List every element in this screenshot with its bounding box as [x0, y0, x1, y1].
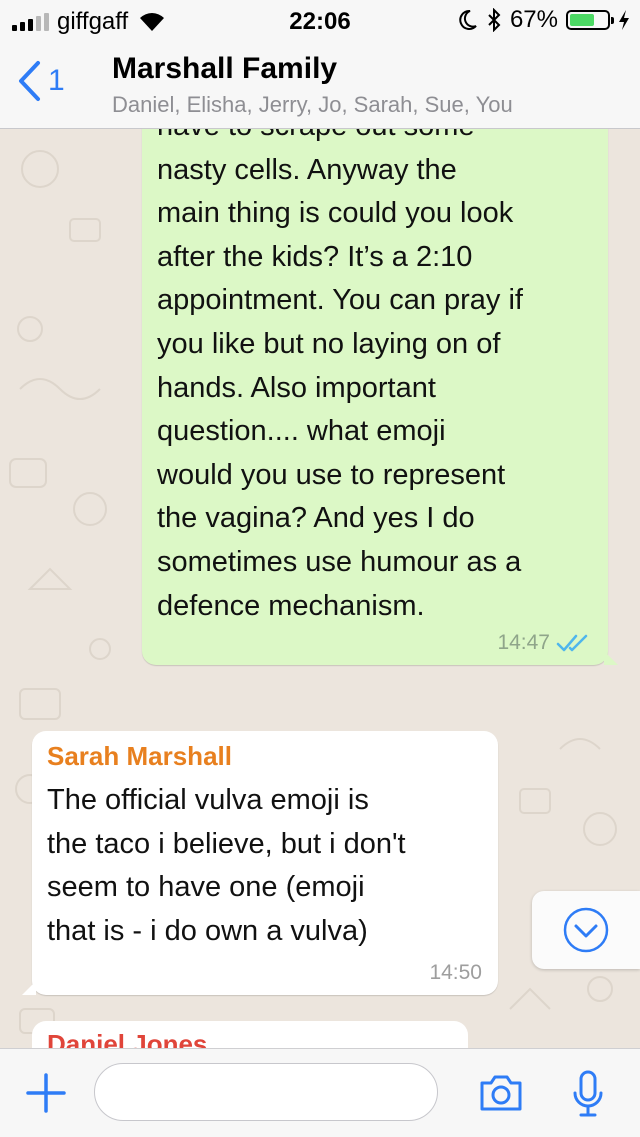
bubble-tail — [604, 651, 618, 665]
battery-percent: 67% — [509, 6, 558, 33]
chat-area[interactable]: have to scrape out some nasty cells. Any… — [0, 129, 640, 1048]
chat-header: 1 Marshall Family Daniel, Elisha, Jerry,… — [0, 40, 640, 129]
bubble-tail — [22, 981, 36, 995]
chevron-left-icon — [19, 61, 40, 101]
chat-title[interactable]: Marshall Family — [112, 52, 337, 86]
message-meta: 14:47 — [497, 631, 592, 655]
message-time: 14:50 — [429, 961, 482, 984]
input-bar — [0, 1048, 640, 1137]
scroll-to-bottom-button[interactable] — [532, 891, 640, 969]
battery-fill — [570, 14, 595, 26]
message-input[interactable] — [94, 1063, 438, 1121]
message-incoming[interactable]: Sarah Marshall The official vulva emoji … — [22, 731, 498, 995]
message-meta: 14:50 — [429, 961, 482, 985]
plus-icon[interactable] — [24, 1071, 68, 1115]
microphone-icon[interactable] — [570, 1069, 606, 1119]
message-sender[interactable]: Sarah Marshall — [47, 741, 232, 772]
chat-participants[interactable]: Daniel, Elisha, Jerry, Jo, Sarah, Sue, Y… — [112, 92, 513, 118]
message-outgoing[interactable]: have to scrape out some nasty cells. Any… — [142, 129, 618, 665]
back-button[interactable]: 1 — [16, 60, 65, 102]
battery-icon — [566, 10, 614, 30]
message-time: 14:47 — [497, 631, 550, 654]
message-sender[interactable]: Daniel Jones — [47, 1029, 207, 1048]
status-right: 67% — [458, 6, 630, 34]
chevron-down-circle-icon — [563, 907, 609, 953]
camera-icon[interactable] — [478, 1073, 524, 1113]
bluetooth-icon — [488, 8, 501, 32]
charging-icon — [619, 10, 629, 30]
status-bar: giffgaff 22:06 67% — [0, 0, 640, 40]
double-check-icon — [556, 634, 588, 652]
message-text: have to scrape out some nasty cells. Any… — [157, 129, 523, 622]
moon-icon — [459, 9, 477, 30]
unread-count: 1 — [48, 64, 65, 97]
message-text: The official vulva emoji is the taco i b… — [47, 784, 406, 947]
message-incoming[interactable]: Daniel Jones — [32, 1021, 468, 1048]
